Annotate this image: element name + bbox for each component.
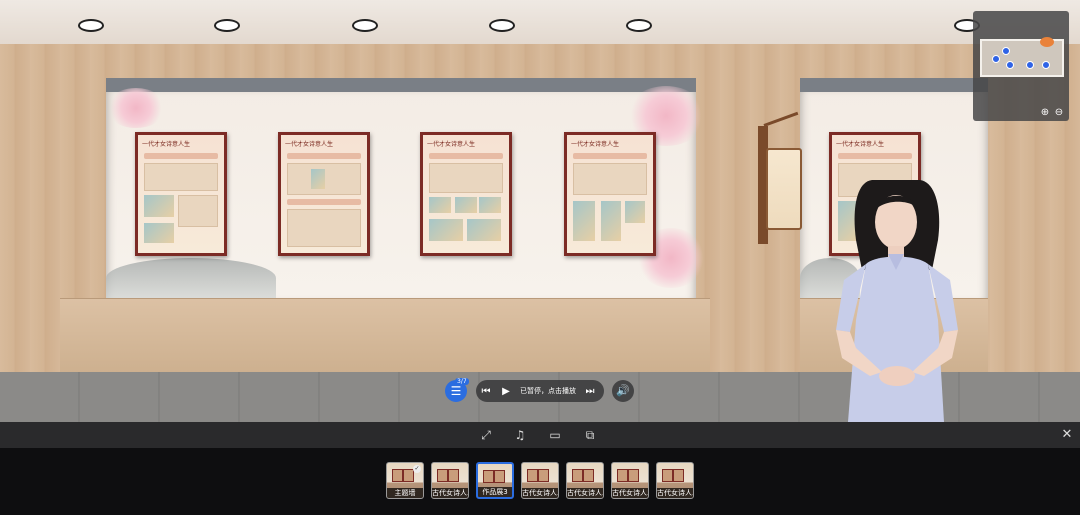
audio-player: ⏮ ▶ 已暂停，点击播放 ⏭ [476, 380, 604, 402]
music-icon[interactable]: ♫ [512, 427, 528, 443]
cherry-blossom-decor [106, 88, 166, 128]
ceiling-light [352, 19, 378, 32]
ceiling [0, 0, 1080, 44]
poster-title: 一代才女诗意人生 [836, 141, 885, 148]
scene-thumbnail[interactable]: 古代女诗人... [566, 462, 604, 499]
minimap-floorplan [980, 37, 1064, 77]
display-ledge [60, 298, 710, 373]
minimap-hotspot[interactable] [992, 55, 1000, 63]
thumbnail-label: 主题墙 [387, 488, 423, 498]
scene-thumbnail[interactable]: 古代女诗人... [656, 462, 694, 499]
virtual-guide-avatar[interactable] [826, 180, 968, 422]
poster-title: 一代才女诗意人生 [285, 141, 334, 148]
scene-thumbnail[interactable]: 古代女诗人... [431, 462, 469, 499]
thumbnail-label: 古代女诗人... [612, 488, 648, 498]
ceiling-light [214, 19, 240, 32]
player-status-text[interactable]: 已暂停，点击播放 [516, 386, 580, 396]
wall-lamp-shade [766, 148, 802, 230]
minimap-hotspot[interactable] [1042, 61, 1050, 69]
minimap-hotspot[interactable] [1026, 61, 1034, 69]
exhibit-poster[interactable]: 一代才女诗意人生 [420, 132, 512, 256]
minimap[interactable]: ⊕ ⊖ [973, 11, 1069, 121]
thumbnail-label: 古代女诗人... [657, 488, 693, 498]
scene-thumbnail[interactable]: 古代女诗人... [611, 462, 649, 499]
volume-icon[interactable]: 🔊 [612, 380, 634, 402]
thumbnail-label: 古代女诗人... [432, 488, 468, 498]
next-icon[interactable]: ⏭ [580, 386, 600, 397]
ink-mountain-decor [106, 258, 276, 298]
scene-thumbnail-strip: ✓ 主题墙 古代女诗人... 作品展3 古代女诗人... 古代女诗人... 古代… [0, 448, 1080, 515]
poster-title: 一代才女诗意人生 [142, 141, 191, 148]
gallery-scene[interactable]: 一代才女诗意人生 一代才女诗意人生 一代才女诗意人生 一代才女诗意人生 一代才女… [0, 0, 1080, 422]
thumbnail-label: 古代女诗人... [567, 488, 603, 498]
scene-thumbnail[interactable]: ✓ 主题墙 [386, 462, 424, 499]
previous-icon[interactable]: ⏮ [476, 386, 496, 397]
ceiling-light [489, 19, 515, 32]
scene-count-badge: 3/7 [455, 378, 469, 385]
poster-title: 一代才女诗意人生 [571, 141, 620, 148]
exhibit-poster[interactable]: 一代才女诗意人生 [135, 132, 227, 256]
thumbnail-label: 古代女诗人... [522, 488, 558, 498]
scene-thumbnail[interactable]: 古代女诗人... [521, 462, 559, 499]
selected-check-icon: ✓ [413, 465, 421, 473]
zoom-out-icon[interactable]: ⊖ [1053, 107, 1065, 119]
scene-thumbnail-active[interactable]: 作品展3 [476, 462, 514, 499]
alcove-lintel [800, 78, 988, 92]
play-icon[interactable]: ▶ [496, 386, 516, 397]
exhibit-poster[interactable]: 一代才女诗意人生 [278, 132, 370, 256]
fullscreen-icon[interactable]: ⤢ [478, 427, 494, 443]
bottom-toolbar: ⤢ ♫ ▭ ⧉ ✕ [0, 422, 1080, 448]
vr-glasses-icon[interactable]: ▭ [547, 427, 563, 443]
poster-title: 一代才女诗意人生 [427, 141, 476, 148]
zoom-in-icon[interactable]: ⊕ [1039, 107, 1051, 119]
share-icon[interactable]: ⧉ [582, 427, 598, 443]
minimap-hotspot[interactable] [1002, 47, 1010, 55]
minimap-viewpoint [1040, 37, 1054, 47]
thumbnail-label: 作品展3 [478, 487, 512, 497]
minimap-hotspot[interactable] [1006, 61, 1014, 69]
alcove-lintel [106, 78, 696, 92]
ceiling-light [78, 19, 104, 32]
close-icon[interactable]: ✕ [1060, 427, 1074, 443]
ceiling-light [626, 19, 652, 32]
exhibit-poster[interactable]: 一代才女诗意人生 [564, 132, 656, 256]
